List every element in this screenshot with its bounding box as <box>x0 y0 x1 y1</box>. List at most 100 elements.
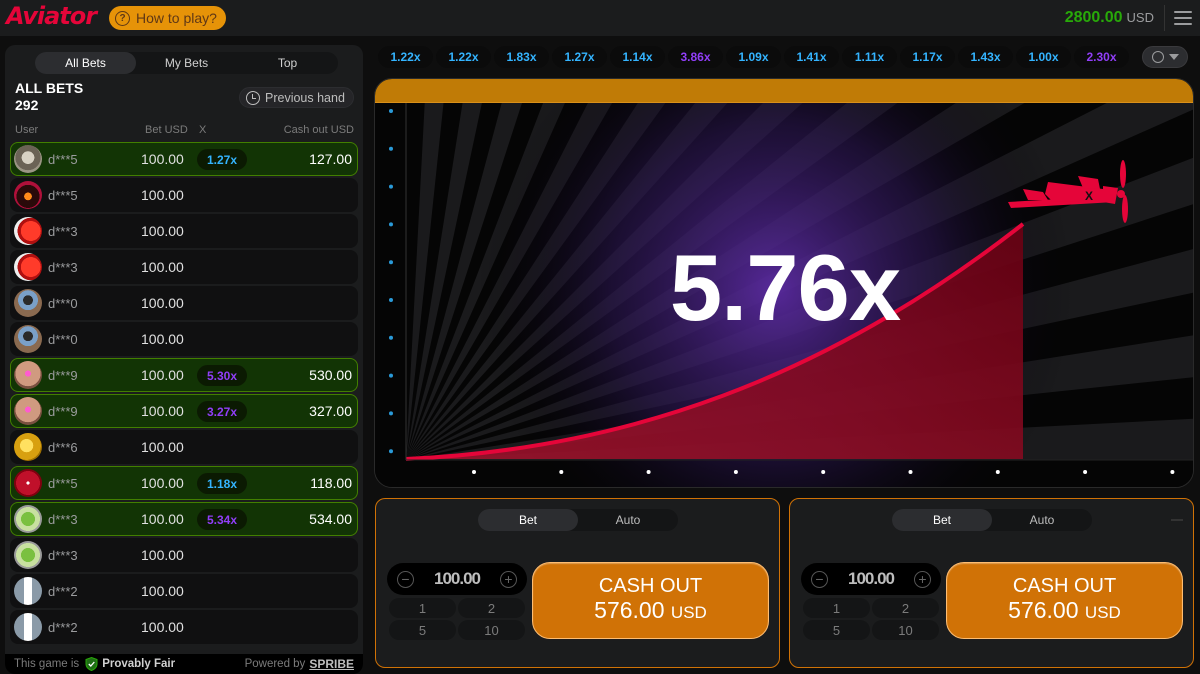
how-to-play-label: How to play? <box>136 10 217 26</box>
quick-amounts: 1 2 5 10 <box>803 598 939 640</box>
tab-top[interactable]: Top <box>237 52 338 74</box>
y-axis-dot <box>389 373 393 378</box>
top-bar: Aviator ? How to play? 2800.00 USD <box>0 0 1200 36</box>
cash-out-button[interactable]: CASH OUT 576.00 USD <box>532 562 769 639</box>
tab-auto[interactable]: Auto <box>578 509 678 531</box>
history-multiplier[interactable]: 1.41x <box>784 46 839 68</box>
bet-amount: 100.00 <box>141 619 184 635</box>
decrease-icon[interactable]: − <box>397 570 414 588</box>
increase-icon[interactable]: + <box>500 570 517 588</box>
aviator-logo[interactable]: Aviator <box>6 2 97 30</box>
bet-amount: 100.00 <box>141 403 184 419</box>
bet-amount: 100.00 <box>141 223 184 239</box>
provably-fair-link[interactable]: Provably Fair <box>102 658 175 670</box>
avatar <box>14 577 42 605</box>
game-canvas: X 5.76x <box>374 78 1194 488</box>
quick-amount-button[interactable]: 10 <box>872 620 939 640</box>
avatar <box>14 469 42 497</box>
x-axis-dot <box>908 470 913 474</box>
bets-list[interactable]: d***5 100.00 1.27x 127.00 d***5 100.00 d***3 10… <box>10 142 358 646</box>
history-multiplier[interactable]: 1.27x <box>552 46 607 68</box>
bet-row: d***2 100.00 <box>10 610 358 644</box>
x-axis-dot <box>995 470 1000 474</box>
avatar <box>14 541 42 569</box>
bet-row: d***5 100.00 1.18x 118.00 <box>10 466 358 500</box>
tab-auto[interactable]: Auto <box>992 509 1092 531</box>
remove-panel-icon[interactable] <box>1171 519 1183 521</box>
avatar <box>14 181 42 209</box>
bet-amount: 100.00 <box>141 583 184 599</box>
bet-amount-input[interactable]: 100.00 <box>434 569 481 589</box>
history-dropdown-button[interactable] <box>1142 46 1188 68</box>
bet-mode-tabs: Bet Auto <box>478 509 678 531</box>
bet-amount-stepper: − 100.00 + <box>387 563 527 595</box>
bet-amount: 100.00 <box>141 151 184 167</box>
column-x: X <box>199 124 207 136</box>
history-multiplier[interactable]: 1.14x <box>610 46 665 68</box>
svg-text:X: X <box>1085 189 1093 203</box>
column-bet: Bet USD <box>145 124 188 136</box>
increase-icon[interactable]: + <box>914 570 931 588</box>
history-multiplier[interactable]: 3.86x <box>668 46 723 68</box>
quick-amount-button[interactable]: 2 <box>872 598 939 618</box>
history-multiplier[interactable]: 1.09x <box>726 46 781 68</box>
quick-amount-button[interactable]: 10 <box>458 620 525 640</box>
bet-multiplier-badge: 5.34x <box>197 509 248 530</box>
footer: This game is Provably Fair Powered by SP… <box>5 654 363 674</box>
bet-user: d***5 <box>48 187 78 203</box>
quick-amount-button[interactable]: 5 <box>389 620 456 640</box>
tab-my-bets[interactable]: My Bets <box>136 52 237 74</box>
chevron-down-icon <box>1168 54 1179 60</box>
bet-cashout: 530.00 <box>309 367 352 383</box>
history-multiplier[interactable]: 1.17x <box>900 46 955 68</box>
bet-multiplier-badge: 5.30x <box>197 365 248 386</box>
powered-by-label: Powered by <box>244 658 306 670</box>
how-to-play-button[interactable]: ? How to play? <box>109 6 226 30</box>
bet-user: d***3 <box>48 511 78 527</box>
previous-hand-button[interactable]: Previous hand <box>239 87 354 108</box>
history-multiplier[interactable]: 1.22x <box>378 46 433 68</box>
x-axis-dot <box>646 470 651 474</box>
bet-amount: 100.00 <box>141 259 184 275</box>
spribe-logo[interactable]: SPRIBE <box>309 657 354 671</box>
bet-row: d***9 100.00 5.30x 530.00 <box>10 358 358 392</box>
history-multiplier[interactable]: 1.43x <box>958 46 1013 68</box>
cash-out-amount: 576.00 USD <box>1008 597 1121 626</box>
bet-amount: 100.00 <box>141 331 184 347</box>
cash-out-button[interactable]: CASH OUT 576.00 USD <box>946 562 1183 639</box>
history-multiplier[interactable]: 1.22x <box>436 46 491 68</box>
history-multiplier[interactable]: 1.83x <box>494 46 549 68</box>
quick-amount-button[interactable]: 1 <box>803 598 870 618</box>
bet-cashout: 118.00 <box>310 475 352 491</box>
tab-bet[interactable]: Bet <box>892 509 992 531</box>
bet-amount: 100.00 <box>141 475 184 491</box>
balance: 2800.00 USD <box>1065 9 1154 27</box>
history-multiplier[interactable]: 1.11x <box>842 46 897 68</box>
cash-out-value: 576.00 <box>1008 597 1079 623</box>
history-multiplier[interactable]: 1.00x <box>1016 46 1071 68</box>
bet-user: d***3 <box>48 223 78 239</box>
bet-amount-stepper: − 100.00 + <box>801 563 941 595</box>
y-axis-dot <box>389 222 393 227</box>
column-cashout: Cash out USD <box>283 124 354 136</box>
x-axis-dot <box>1170 470 1175 474</box>
quick-amount-button[interactable]: 1 <box>389 598 456 618</box>
tab-bet[interactable]: Bet <box>478 509 578 531</box>
cash-out-label: CASH OUT <box>598 575 703 597</box>
quick-amount-button[interactable]: 5 <box>803 620 870 640</box>
quick-amount-button[interactable]: 2 <box>458 598 525 618</box>
bet-row: d***0 100.00 <box>10 322 358 356</box>
bet-user: d***0 <box>48 331 78 347</box>
y-axis-dot <box>389 146 393 151</box>
this-game-is-label: This game is <box>14 658 80 670</box>
x-axis-dot <box>472 470 476 474</box>
hamburger-menu-icon[interactable] <box>1174 11 1192 25</box>
decrease-icon[interactable]: − <box>811 570 828 588</box>
y-axis-dot <box>389 184 393 189</box>
avatar <box>14 289 42 317</box>
history-multiplier[interactable]: 2.30x <box>1074 46 1129 68</box>
bet-amount: 100.00 <box>141 439 184 455</box>
bet-amount-input[interactable]: 100.00 <box>848 569 895 589</box>
x-axis-dot <box>559 470 564 474</box>
tab-all-bets[interactable]: All Bets <box>35 52 136 74</box>
